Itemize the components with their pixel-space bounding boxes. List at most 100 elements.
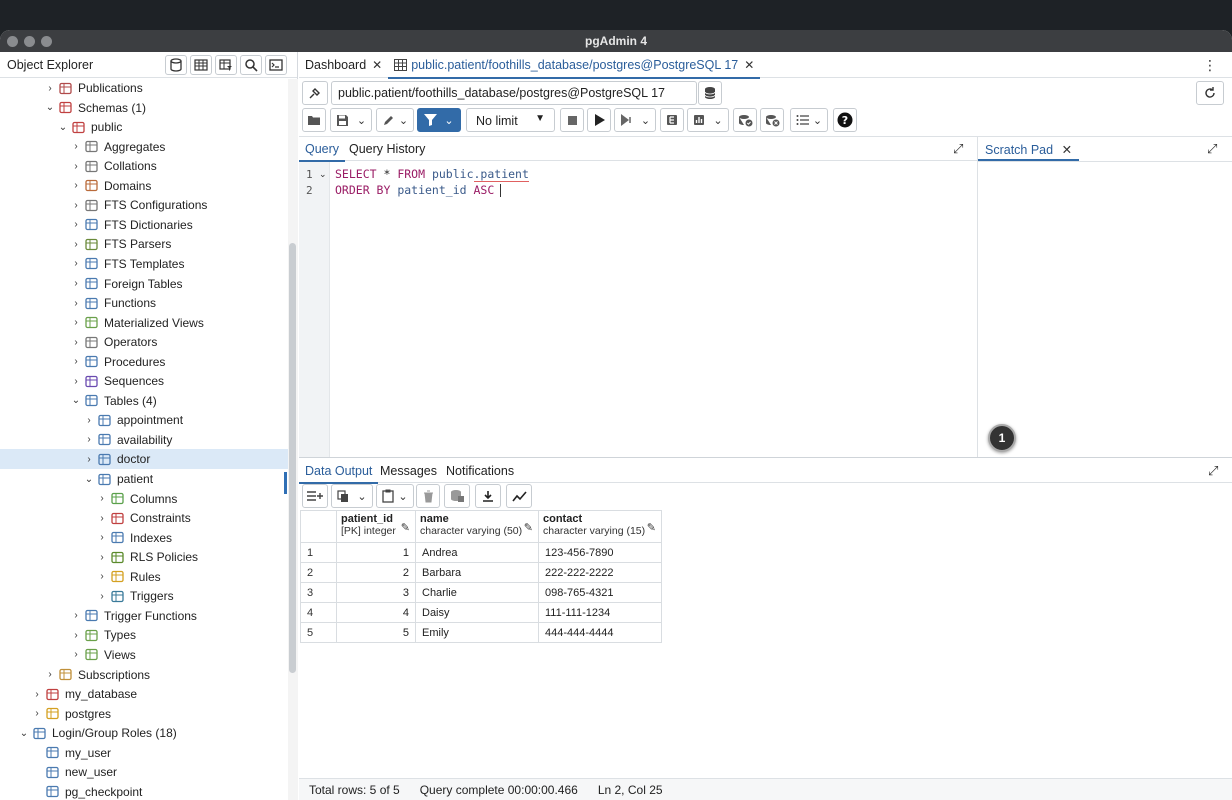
graph-visualiser-button[interactable] — [506, 484, 532, 508]
cell-name[interactable]: Charlie — [415, 582, 539, 603]
close-icon[interactable]: ✕ — [1062, 143, 1072, 157]
chevron-right-icon[interactable]: › — [70, 317, 82, 328]
tree-item[interactable]: › doctor — [0, 449, 288, 470]
tree-item[interactable]: › Collations — [0, 156, 288, 176]
tree-item[interactable]: › my_database — [0, 684, 288, 704]
cell-name[interactable]: Andrea — [415, 542, 539, 563]
tree-scrollbar[interactable] — [288, 79, 298, 800]
help-button[interactable]: ? — [833, 108, 857, 132]
tree-item[interactable]: › FTS Configurations — [0, 195, 288, 215]
macros-button[interactable]: ⌄ — [790, 108, 828, 132]
chevron-right-icon[interactable]: › — [70, 356, 82, 367]
close-icon[interactable]: ✕ — [372, 58, 382, 72]
chevron-right-icon[interactable]: › — [96, 552, 108, 563]
chevron-right-icon[interactable]: › — [83, 415, 95, 426]
view-data-button[interactable] — [190, 55, 212, 75]
reset-layout-button[interactable] — [1196, 81, 1224, 105]
filtered-rows-button[interactable] — [215, 55, 237, 75]
connection-status-button[interactable] — [302, 81, 328, 105]
row-number[interactable]: 5 — [300, 622, 337, 643]
chevron-right-icon[interactable]: › — [96, 493, 108, 504]
table-row[interactable]: 3 3 Charlie 098-765-4321 — [300, 582, 662, 603]
cell-contact[interactable]: 444-444-4444 — [538, 622, 662, 643]
column-header[interactable]: name character varying (50) ✎ — [415, 510, 539, 543]
tree-item[interactable]: › Types — [0, 625, 288, 645]
explain-analyze-button[interactable]: ⌄ — [687, 108, 729, 132]
tree-item[interactable]: › Procedures — [0, 352, 288, 372]
chevron-right-icon[interactable]: › — [70, 278, 82, 289]
paste-button[interactable]: ⌄ — [376, 484, 414, 508]
open-file-button[interactable] — [302, 108, 326, 132]
chevron-right-icon[interactable]: › — [31, 689, 43, 700]
chevron-right-icon[interactable]: › — [44, 669, 56, 680]
chevron-right-icon[interactable]: › — [70, 200, 82, 211]
tree-item[interactable]: › FTS Parsers — [0, 234, 288, 254]
tree-item[interactable]: pg_checkpoint — [0, 782, 288, 800]
tree-item[interactable]: › Triggers — [0, 586, 288, 606]
row-number[interactable]: 4 — [300, 602, 337, 623]
chevron-right-icon[interactable]: › — [70, 337, 82, 348]
table-row[interactable]: 5 5 Emily 444-444-4444 — [300, 622, 662, 643]
execute-button[interactable] — [587, 108, 611, 132]
filter-button[interactable]: ⌄ — [417, 108, 461, 132]
column-header[interactable]: contact character varying (15) ✎ — [538, 510, 662, 543]
cell-patient-id[interactable]: 1 — [336, 542, 416, 563]
row-number[interactable]: 1 — [300, 542, 337, 563]
chevron-down-icon[interactable]: ⌄ — [83, 474, 95, 485]
tree-item[interactable]: ⌄ Login/Group Roles (18) — [0, 723, 288, 743]
chevron-right-icon[interactable]: › — [70, 630, 82, 641]
chevron-right-icon[interactable]: › — [70, 298, 82, 309]
download-button[interactable] — [475, 484, 501, 508]
expand-icon[interactable]: ⤢ — [1207, 141, 1217, 157]
row-number[interactable]: 2 — [300, 562, 337, 583]
edit-button[interactable]: ⌄ — [376, 108, 414, 132]
sql-editor[interactable]: 1 ⌄ 2 SELECT * FROM public.patient ORDER… — [299, 162, 977, 457]
tree-item[interactable]: ⌄ Tables (4) — [0, 391, 288, 411]
psql-tool-button[interactable] — [265, 55, 287, 75]
query-tool-button[interactable] — [165, 55, 187, 75]
delete-row-button[interactable] — [416, 484, 440, 508]
tab-messages[interactable]: Messages — [374, 458, 443, 483]
tree-item[interactable]: › availability — [0, 430, 288, 450]
tree-item[interactable]: › Functions — [0, 293, 288, 313]
tree-item[interactable]: › Materialized Views — [0, 313, 288, 333]
copy-button[interactable]: ⌄ — [331, 484, 373, 508]
execute-options-button[interactable]: ⌄ — [614, 108, 656, 132]
cell-patient-id[interactable]: 2 — [336, 562, 416, 583]
cell-patient-id[interactable]: 3 — [336, 582, 416, 603]
tree-item[interactable]: › RLS Policies — [0, 547, 288, 567]
search-objects-button[interactable] — [240, 55, 262, 75]
save-data-button[interactable] — [444, 484, 470, 508]
notification-badge[interactable]: 1 — [988, 424, 1016, 452]
tab-notifications[interactable]: Notifications — [440, 458, 520, 483]
tree-item[interactable]: › postgres — [0, 704, 288, 724]
tree-item[interactable]: › Indexes — [0, 528, 288, 548]
table-row[interactable]: 1 1 Andrea 123-456-7890 — [300, 542, 662, 563]
chevron-right-icon[interactable]: › — [70, 376, 82, 387]
tree-item[interactable]: ⌄ Schemas (1) — [0, 98, 288, 118]
tab-scratch-pad[interactable]: Scratch Pad ✕ — [978, 137, 1080, 161]
column-header[interactable]: patient_id [PK] integer ✎ — [336, 510, 416, 543]
tree-item[interactable]: › Trigger Functions — [0, 606, 288, 626]
tree-item[interactable]: ⌄ public — [0, 117, 288, 137]
tree-item[interactable]: ⌄ patient — [0, 469, 288, 489]
rows-limit-select[interactable]: No limit ▼ — [466, 108, 555, 132]
cell-patient-id[interactable]: 4 — [336, 602, 416, 623]
tree-item[interactable]: my_user — [0, 743, 288, 763]
fold-icon[interactable]: ⌄ — [319, 169, 327, 180]
chevron-right-icon[interactable]: › — [70, 258, 82, 269]
chevron-right-icon[interactable]: › — [44, 83, 56, 94]
connection-select[interactable]: public.patient/foothills_database/postgr… — [331, 81, 697, 105]
save-file-button[interactable]: ⌄ — [330, 108, 372, 132]
tree-item[interactable]: › appointment — [0, 410, 288, 430]
tree-item[interactable]: › Publications — [0, 79, 288, 98]
table-row[interactable]: 2 2 Barbara 222-222-2222 — [300, 562, 662, 583]
chevron-down-icon[interactable]: ⌄ — [70, 395, 82, 406]
chevron-right-icon[interactable]: › — [96, 532, 108, 543]
row-number-header[interactable] — [300, 510, 337, 543]
chevron-right-icon[interactable]: › — [96, 571, 108, 582]
table-row[interactable]: 4 4 Daisy 111-111-1234 — [300, 602, 662, 623]
explain-button[interactable] — [660, 108, 684, 132]
tab-query[interactable]: Query — [299, 137, 346, 162]
chevron-down-icon[interactable]: ⌄ — [18, 728, 30, 739]
